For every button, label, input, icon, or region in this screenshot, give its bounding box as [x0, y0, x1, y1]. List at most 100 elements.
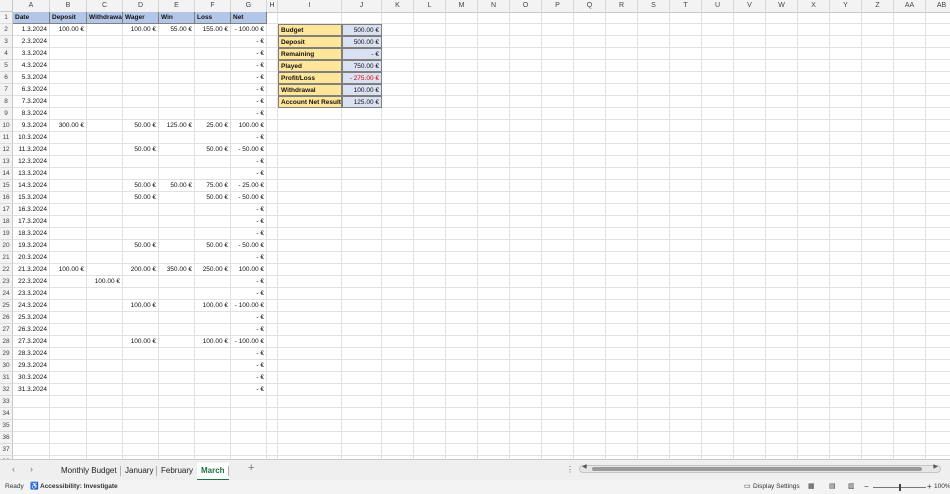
row-header[interactable]: 20: [0, 240, 13, 252]
table-cell[interactable]: [123, 288, 159, 300]
table-cell[interactable]: [123, 108, 159, 120]
cell[interactable]: [478, 288, 510, 300]
table-cell[interactable]: [50, 228, 87, 240]
table-cell[interactable]: 100.00 €: [123, 300, 159, 312]
cell[interactable]: [670, 408, 702, 420]
cell[interactable]: [414, 300, 446, 312]
cell[interactable]: [798, 228, 830, 240]
cell[interactable]: [798, 48, 830, 60]
cell[interactable]: [638, 168, 670, 180]
cell[interactable]: [446, 408, 478, 420]
cell[interactable]: [414, 288, 446, 300]
table-cell[interactable]: [195, 288, 231, 300]
cell[interactable]: [606, 252, 638, 264]
cell[interactable]: [574, 180, 606, 192]
cell[interactable]: [926, 384, 950, 396]
cell[interactable]: [734, 72, 766, 84]
cell[interactable]: [734, 300, 766, 312]
cell[interactable]: [862, 120, 894, 132]
date-cell[interactable]: 13.3.2024: [13, 168, 50, 180]
cell[interactable]: [798, 420, 830, 432]
table-cell[interactable]: - 25.00 €: [231, 180, 267, 192]
cell[interactable]: [894, 120, 926, 132]
cell[interactable]: [830, 252, 862, 264]
cell[interactable]: [766, 144, 798, 156]
cell[interactable]: [446, 228, 478, 240]
summary-value[interactable]: 750.00 €: [342, 60, 382, 72]
cell[interactable]: [382, 156, 414, 168]
table-cell[interactable]: [87, 24, 123, 36]
date-cell[interactable]: 4.3.2024: [13, 60, 50, 72]
cell[interactable]: [574, 204, 606, 216]
table-cell[interactable]: 50.00 €: [123, 192, 159, 204]
table-cell[interactable]: [159, 312, 195, 324]
cell[interactable]: [734, 432, 766, 444]
cell[interactable]: [638, 192, 670, 204]
cell[interactable]: [382, 180, 414, 192]
table-cell[interactable]: [195, 72, 231, 84]
cell[interactable]: [478, 24, 510, 36]
cell[interactable]: [862, 408, 894, 420]
cell[interactable]: [446, 396, 478, 408]
summary-label[interactable]: Played: [278, 60, 342, 72]
cell[interactable]: [606, 396, 638, 408]
cell[interactable]: [342, 132, 382, 144]
cell[interactable]: [510, 216, 542, 228]
cell[interactable]: [574, 36, 606, 48]
row-header[interactable]: 15: [0, 180, 13, 192]
cell[interactable]: [414, 36, 446, 48]
cell[interactable]: [574, 396, 606, 408]
cell[interactable]: [638, 252, 670, 264]
table-header-cell[interactable]: Deposit: [50, 12, 87, 24]
cell[interactable]: [830, 96, 862, 108]
cell[interactable]: [798, 192, 830, 204]
cell[interactable]: [446, 240, 478, 252]
cell[interactable]: [574, 144, 606, 156]
summary-value[interactable]: 500.00 €: [342, 36, 382, 48]
cell[interactable]: [87, 444, 123, 456]
cell[interactable]: [414, 24, 446, 36]
table-cell[interactable]: [50, 60, 87, 72]
cell[interactable]: [414, 432, 446, 444]
cell[interactable]: [267, 336, 278, 348]
cell[interactable]: [638, 24, 670, 36]
cell[interactable]: [414, 264, 446, 276]
cell[interactable]: [766, 36, 798, 48]
scroll-right-arrow-icon[interactable]: ▶: [933, 463, 938, 470]
cell[interactable]: [798, 168, 830, 180]
cell[interactable]: [574, 96, 606, 108]
cell[interactable]: [267, 204, 278, 216]
cell[interactable]: [278, 312, 342, 324]
cell[interactable]: [670, 48, 702, 60]
cell[interactable]: [926, 156, 950, 168]
cell[interactable]: [926, 228, 950, 240]
cell[interactable]: [798, 348, 830, 360]
cell[interactable]: [606, 120, 638, 132]
table-cell[interactable]: - €: [231, 96, 267, 108]
cell[interactable]: [606, 384, 638, 396]
sheet-tab-january[interactable]: January: [121, 463, 157, 479]
table-cell[interactable]: - €: [231, 84, 267, 96]
cell[interactable]: [267, 408, 278, 420]
cell[interactable]: [278, 420, 342, 432]
cell[interactable]: [830, 12, 862, 24]
row-header[interactable]: 8: [0, 96, 13, 108]
table-cell[interactable]: [87, 348, 123, 360]
cell[interactable]: [702, 252, 734, 264]
cell[interactable]: [670, 336, 702, 348]
table-cell[interactable]: [123, 384, 159, 396]
table-cell[interactable]: [195, 108, 231, 120]
cell[interactable]: [446, 180, 478, 192]
cell[interactable]: [342, 228, 382, 240]
table-cell[interactable]: [50, 84, 87, 96]
cell[interactable]: [382, 420, 414, 432]
cell[interactable]: [702, 24, 734, 36]
cell[interactable]: [926, 252, 950, 264]
cell[interactable]: [542, 300, 574, 312]
cell[interactable]: [670, 360, 702, 372]
cell[interactable]: [862, 252, 894, 264]
column-header-k[interactable]: K: [382, 0, 414, 12]
cell[interactable]: [670, 132, 702, 144]
cell[interactable]: [638, 312, 670, 324]
table-cell[interactable]: - €: [231, 216, 267, 228]
